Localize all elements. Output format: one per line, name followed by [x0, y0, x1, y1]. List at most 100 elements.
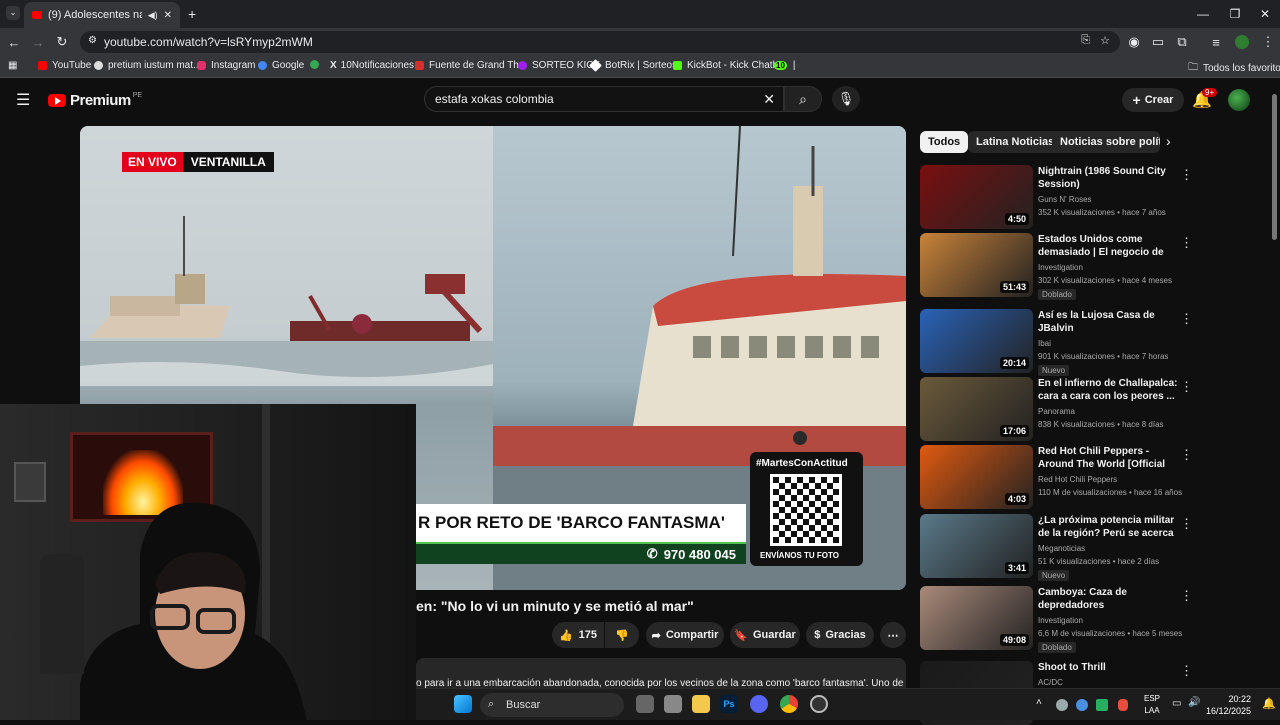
- chip-noticias-politica[interactable]: Noticias sobre política: [1052, 131, 1160, 153]
- notification-center-icon[interactable]: 🔔: [1262, 697, 1276, 710]
- network-icon[interactable]: ▭: [1172, 698, 1181, 709]
- recommendation-item[interactable]: 3:41 ¿La próxima potencia militar de la r…: [920, 514, 1270, 581]
- channel-name[interactable]: Meganoticias: [1038, 544, 1085, 553]
- tab-search-button[interactable]: ⌄: [6, 6, 20, 20]
- search-button[interactable]: ⌕: [784, 86, 822, 112]
- language-indicator[interactable]: ESP LAA: [1144, 693, 1160, 717]
- chevron-right-icon[interactable]: ›: [1166, 133, 1171, 149]
- profile-avatar[interactable]: [1232, 32, 1252, 52]
- recommendation-title[interactable]: Nightrain (1986 Sound City Session): [1038, 165, 1178, 191]
- windows-start-icon[interactable]: [454, 695, 472, 713]
- channel-name[interactable]: Investigation: [1038, 263, 1083, 272]
- forward-arrow-icon[interactable]: →: [28, 32, 48, 52]
- chip-latina-noticias[interactable]: Latina Noticias: [968, 131, 1063, 153]
- task-view-icon[interactable]: [636, 695, 654, 713]
- recommendation-title[interactable]: Estados Unidos come demasiado | El negoc…: [1038, 233, 1178, 259]
- bookmark-google[interactable]: Google: [258, 60, 304, 71]
- pinned-app-icon[interactable]: [664, 695, 682, 713]
- video-thumbnail[interactable]: 4:03: [920, 445, 1033, 509]
- tray-app-3-icon[interactable]: [1096, 699, 1108, 711]
- channel-name[interactable]: AC/DC: [1038, 678, 1063, 687]
- recommendation-title[interactable]: En el infierno de Challapalca: cara a ca…: [1038, 377, 1178, 403]
- new-tab-button[interactable]: +: [188, 6, 196, 22]
- bookmark-youtube[interactable]: YouTube: [38, 60, 91, 71]
- dislike-button[interactable]: 👎: [605, 622, 639, 648]
- bookmark-10notificaciones[interactable]: X 10Notificaciones: [330, 60, 414, 71]
- youtube-premium-logo[interactable]: Premium PE: [48, 92, 142, 109]
- reload-icon[interactable]: ↻: [52, 32, 72, 52]
- apps-grid-icon[interactable]: ▦: [8, 60, 17, 71]
- bookmark-kickbot[interactable]: KickBot - Kick Chatb...: [673, 60, 786, 71]
- pinned-app-2-icon[interactable]: [810, 695, 828, 713]
- channel-name[interactable]: Red Hot Chili Peppers: [1038, 475, 1117, 484]
- site-info-icon[interactable]: ⚙: [88, 35, 97, 46]
- create-button[interactable]: + Crear: [1122, 88, 1184, 112]
- browser-tab-active[interactable]: (9) Adolescentes nadan hac ◀) ✕: [24, 2, 180, 28]
- extensions-puzzle-icon[interactable]: ⧉: [1172, 32, 1192, 52]
- back-arrow-icon[interactable]: ←: [4, 32, 24, 52]
- video-thumbnail[interactable]: 3:41: [920, 514, 1033, 578]
- bookmark-sorteo-kick[interactable]: SORTEO KICK: [518, 60, 600, 71]
- recommendation-item[interactable]: 17:06 En el infierno de Challapalca: cara…: [920, 377, 1270, 441]
- page-scrollbar[interactable]: [1272, 94, 1277, 240]
- bookmark-pretium[interactable]: pretium iustum mat...: [94, 60, 201, 71]
- close-window-button[interactable]: ✕: [1248, 0, 1280, 28]
- channel-name[interactable]: Ibai: [1038, 339, 1051, 348]
- video-thumbnail[interactable]: 51:43: [920, 233, 1033, 297]
- share-button[interactable]: ➦ Compartir: [646, 622, 724, 648]
- channel-name[interactable]: Investigation: [1038, 616, 1083, 625]
- video-thumbnail[interactable]: 4:50: [920, 165, 1033, 229]
- tray-chevron-icon[interactable]: ˄: [1036, 697, 1042, 708]
- recommendation-item[interactable]: 4:03 Red Hot Chili Peppers - Around The W…: [920, 445, 1270, 509]
- tab-audio-icon[interactable]: ◀): [148, 10, 158, 21]
- recommendation-item[interactable]: 49:08 Camboya: Caza de depredadores Invest…: [920, 586, 1270, 653]
- more-vertical-icon[interactable]: ⋮: [1180, 167, 1193, 183]
- channel-name[interactable]: Guns N' Roses: [1038, 195, 1092, 204]
- more-vertical-icon[interactable]: ⋮: [1180, 516, 1193, 532]
- more-actions-button[interactable]: ⋯: [880, 622, 906, 648]
- more-vertical-icon[interactable]: ⋮: [1180, 588, 1193, 604]
- video-thumbnail[interactable]: 49:08: [920, 586, 1033, 650]
- tab-close-icon[interactable]: ✕: [164, 10, 172, 21]
- bookmark-unnamed[interactable]: [310, 60, 324, 69]
- account-avatar[interactable]: [1228, 89, 1250, 111]
- install-icon[interactable]: ⎘: [1081, 34, 1090, 47]
- file-explorer-icon[interactable]: [692, 695, 710, 713]
- voice-search-button[interactable]: 🎙: [832, 86, 860, 112]
- address-bar[interactable]: ⚙ youtube.com/watch?v=lsRYmyp2mWM ⎘ ☆: [80, 31, 1120, 53]
- extension-icon[interactable]: ◉: [1124, 32, 1144, 52]
- all-favorites-folder[interactable]: 🗀 Todos los favoritos: [1188, 60, 1280, 77]
- taskbar-search[interactable]: ⌕ Buscar: [480, 693, 624, 717]
- save-button[interactable]: 🔖 Guardar: [730, 622, 800, 648]
- channel-name[interactable]: Panorama: [1038, 407, 1075, 416]
- recommendation-title[interactable]: Red Hot Chili Peppers - Around The World…: [1038, 445, 1178, 471]
- like-button[interactable]: 👍 175: [552, 622, 604, 648]
- minimize-button[interactable]: —: [1186, 0, 1220, 28]
- recommendation-title[interactable]: Así es la Lujosa Casa de JBalvin: [1038, 309, 1178, 335]
- photoshop-icon[interactable]: Ps: [720, 695, 738, 713]
- chrome-icon[interactable]: [780, 695, 798, 713]
- more-vertical-icon[interactable]: ⋮: [1180, 311, 1193, 327]
- bookmark-10[interactable]: 10 |: [774, 60, 796, 71]
- tray-app-icon[interactable]: [1056, 699, 1068, 711]
- recommendation-item[interactable]: 4:50 Nightrain (1986 Sound City Session) G…: [920, 165, 1270, 229]
- bookmark-fuente-gta[interactable]: Fuente de Grand Th...: [415, 60, 527, 71]
- recommendation-title[interactable]: ¿La próxima potencia militar de la regió…: [1038, 514, 1178, 540]
- bookmark-instagram[interactable]: Instagram: [197, 60, 255, 71]
- more-vertical-icon[interactable]: ⋮: [1180, 663, 1193, 679]
- tray-app-2-icon[interactable]: [1076, 699, 1088, 711]
- recommendation-item[interactable]: 51:43 Estados Unidos come demasiado | El …: [920, 233, 1270, 300]
- restore-button[interactable]: ❐: [1218, 0, 1252, 28]
- recommendation-title[interactable]: Camboya: Caza de depredadores: [1038, 586, 1178, 612]
- hamburger-menu-icon[interactable]: ☰: [16, 90, 30, 110]
- clear-search-icon[interactable]: ✕: [763, 91, 775, 108]
- microphone-tray-icon[interactable]: [1118, 699, 1128, 711]
- bookmark-star-icon[interactable]: ☆: [1100, 34, 1110, 47]
- more-vertical-icon[interactable]: ⋮: [1180, 235, 1193, 251]
- recommendation-item[interactable]: 20:14 Así es la Lujosa Casa de JBalvin Iba…: [920, 309, 1270, 376]
- more-vertical-icon[interactable]: ⋮: [1180, 379, 1193, 395]
- extension-icon-2[interactable]: ▭: [1148, 32, 1168, 52]
- system-clock[interactable]: 20:22 16/12/2025: [1206, 693, 1251, 717]
- reading-list-icon[interactable]: ≡: [1206, 32, 1226, 52]
- recommendation-title[interactable]: Shoot to Thrill: [1038, 661, 1178, 674]
